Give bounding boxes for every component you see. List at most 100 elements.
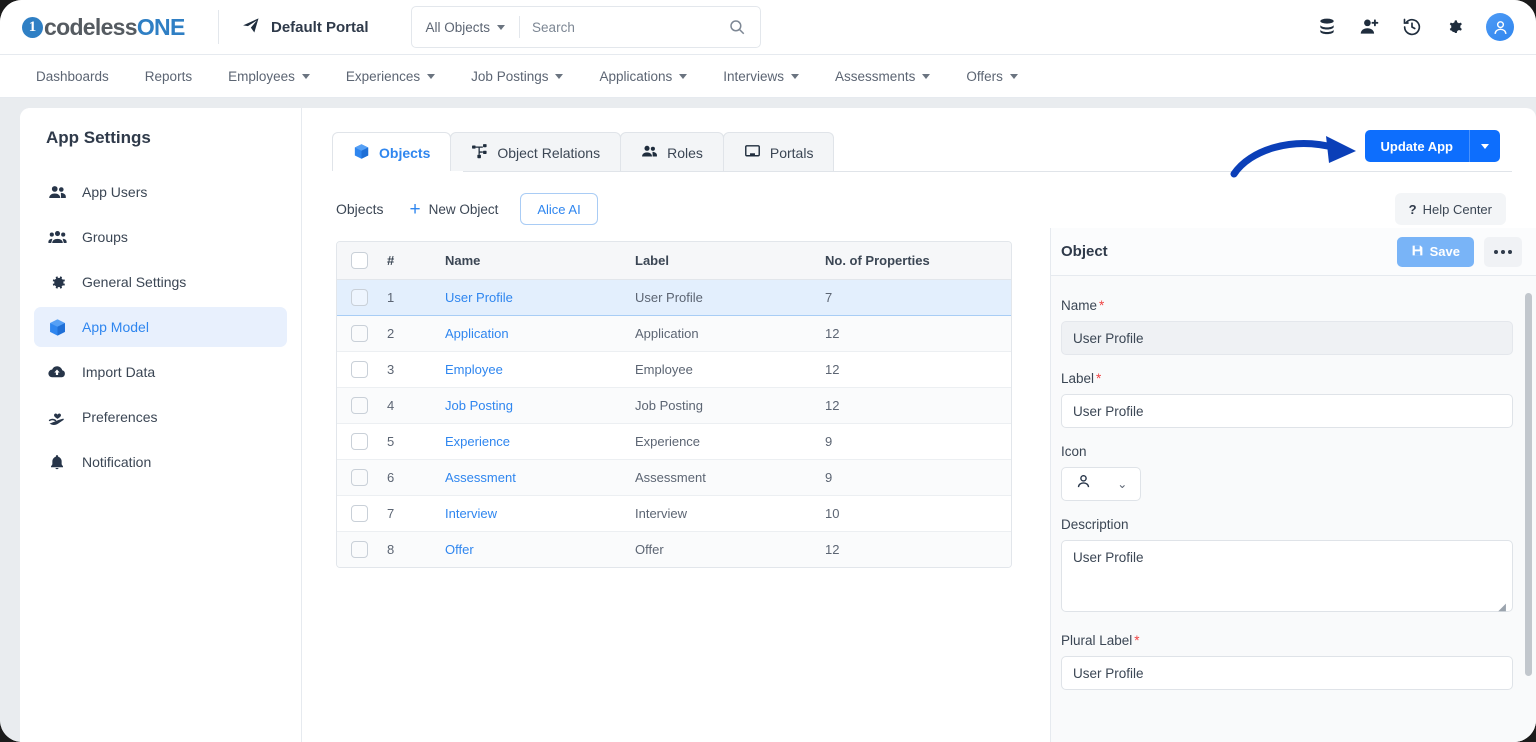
sidebar-item-app-users[interactable]: App Users [34, 172, 287, 212]
row-label: Interview [627, 495, 817, 532]
row-checkbox[interactable] [351, 396, 368, 414]
dot-icon [1508, 249, 1512, 254]
label-input[interactable] [1061, 394, 1513, 428]
sidebar-item-app-model[interactable]: App Model [34, 307, 287, 347]
sidebar-item-label: Import Data [82, 364, 156, 380]
add-user-icon[interactable] [1359, 17, 1380, 37]
row-name-link[interactable]: User Profile [437, 278, 627, 316]
content-card: App Settings App Users Groups General Se… [20, 108, 1536, 742]
table-row[interactable]: 1 User Profile User Profile 7 [337, 278, 1011, 316]
row-properties: 9 [817, 423, 1011, 460]
chevron-down-icon [791, 73, 800, 79]
table-row[interactable]: 7 Interview Interview 10 [337, 495, 1011, 532]
header-icon-group [1317, 13, 1536, 41]
row-name-link[interactable]: Employee [437, 351, 627, 388]
nav-item-job-postings[interactable]: Job Postings [453, 69, 581, 84]
column-properties: No. of Properties [817, 242, 1011, 280]
alice-ai-button[interactable]: Alice AI [520, 193, 598, 225]
main-navigation: Dashboards Reports Employees Experiences… [0, 55, 1536, 98]
field-plural-label: Plural Label * [1061, 633, 1513, 690]
name-input[interactable] [1061, 321, 1513, 355]
column-index: # [379, 242, 437, 280]
chevron-down-icon [922, 73, 931, 79]
label-text: Plural Label [1061, 633, 1133, 648]
sidebar-item-notification[interactable]: Notification [34, 442, 287, 482]
description-textarea[interactable] [1061, 540, 1513, 612]
table-row[interactable]: 5 Experience Experience 9 [337, 423, 1011, 460]
row-checkbox[interactable] [351, 288, 368, 306]
row-name-link[interactable]: Assessment [437, 459, 627, 496]
row-checkbox[interactable] [351, 468, 368, 486]
icon-select-dropdown[interactable]: ⌄ [1061, 467, 1141, 501]
logo-mark-icon: 1 [22, 16, 43, 38]
select-all-checkbox[interactable] [351, 251, 368, 269]
tab-label: Roles [667, 144, 703, 161]
nav-label: Assessments [835, 68, 916, 84]
row-index: 4 [379, 387, 437, 424]
row-properties: 12 [817, 315, 1011, 352]
row-checkbox[interactable] [351, 360, 368, 378]
field-icon-label: Icon [1061, 444, 1087, 459]
tab-objects[interactable]: Objects [332, 132, 452, 172]
tab-portals[interactable]: Portals [722, 132, 835, 172]
table-row[interactable]: 3 Employee Employee 12 [337, 351, 1011, 388]
tab-roles[interactable]: Roles [620, 132, 724, 172]
sidebar-item-import-data[interactable]: Import Data [34, 352, 287, 392]
detail-panel-header: Object Save [1051, 228, 1536, 276]
row-name-link[interactable]: Job Posting [437, 387, 627, 424]
resize-grip-icon[interactable]: ◢ [1498, 602, 1506, 613]
detail-panel-scrollbar[interactable] [1525, 293, 1532, 676]
column-select-all [337, 242, 379, 280]
row-name-link[interactable]: Application [437, 315, 627, 352]
user-avatar[interactable] [1486, 13, 1514, 41]
row-checkbox[interactable] [351, 504, 368, 522]
search-scope-dropdown[interactable]: All Objects [412, 20, 520, 35]
row-name-link[interactable]: Experience [437, 423, 627, 460]
tab-object-relations[interactable]: Object Relations [450, 132, 622, 172]
app-logo[interactable]: 1 codelessONE [0, 14, 218, 41]
update-app-dropdown-toggle[interactable] [1470, 143, 1500, 149]
sidebar-item-label: Preferences [82, 409, 158, 425]
table-row[interactable]: 8 Offer Offer 12 [337, 531, 1011, 567]
nav-item-applications[interactable]: Applications [581, 69, 705, 84]
nav-item-reports[interactable]: Reports [127, 69, 210, 84]
objects-toolbar: Objects + New Object Alice AI ? Help Cen… [336, 193, 1506, 225]
save-button[interactable]: Save [1396, 236, 1474, 267]
field-name-label: Name * [1061, 298, 1512, 313]
person-icon [1075, 473, 1092, 495]
help-center-button[interactable]: ? Help Center [1394, 193, 1506, 225]
portal-selector[interactable]: Default Portal [219, 15, 391, 40]
new-object-button[interactable]: + New Object [409, 200, 498, 219]
row-checkbox[interactable] [351, 324, 368, 342]
cube-icon [353, 143, 370, 163]
field-label-label: Label * [1061, 371, 1512, 386]
nav-item-experiences[interactable]: Experiences [328, 69, 453, 84]
sidebar-item-preferences[interactable]: Preferences [34, 397, 287, 437]
row-checkbox[interactable] [351, 540, 368, 558]
more-options-button[interactable] [1484, 236, 1522, 267]
update-app-button[interactable]: Update App [1364, 130, 1500, 162]
row-name-link[interactable]: Offer [437, 531, 627, 567]
nav-label: Job Postings [471, 68, 549, 84]
row-name-link[interactable]: Interview [437, 495, 627, 532]
search-icon[interactable] [728, 18, 760, 36]
nav-item-offers[interactable]: Offers [948, 69, 1036, 84]
row-index: 2 [379, 315, 437, 352]
plural-label-input[interactable] [1061, 656, 1513, 690]
row-checkbox[interactable] [351, 432, 368, 450]
sidebar-item-general-settings[interactable]: General Settings [34, 262, 287, 302]
global-search-box[interactable]: All Objects [410, 6, 761, 48]
row-index: 1 [379, 278, 437, 316]
settings-gear-icon[interactable] [1444, 17, 1464, 37]
database-icon[interactable] [1317, 17, 1337, 37]
nav-item-employees[interactable]: Employees [210, 69, 328, 84]
sidebar-item-groups[interactable]: Groups [34, 217, 287, 257]
nav-item-assessments[interactable]: Assessments [817, 69, 948, 84]
history-icon[interactable] [1402, 17, 1422, 37]
table-row[interactable]: 4 Job Posting Job Posting 12 [337, 387, 1011, 424]
table-row[interactable]: 6 Assessment Assessment 9 [337, 459, 1011, 496]
table-row[interactable]: 2 Application Application 12 [337, 315, 1011, 352]
search-input[interactable] [520, 19, 728, 35]
nav-item-dashboards[interactable]: Dashboards [36, 69, 127, 84]
nav-item-interviews[interactable]: Interviews [705, 69, 817, 84]
